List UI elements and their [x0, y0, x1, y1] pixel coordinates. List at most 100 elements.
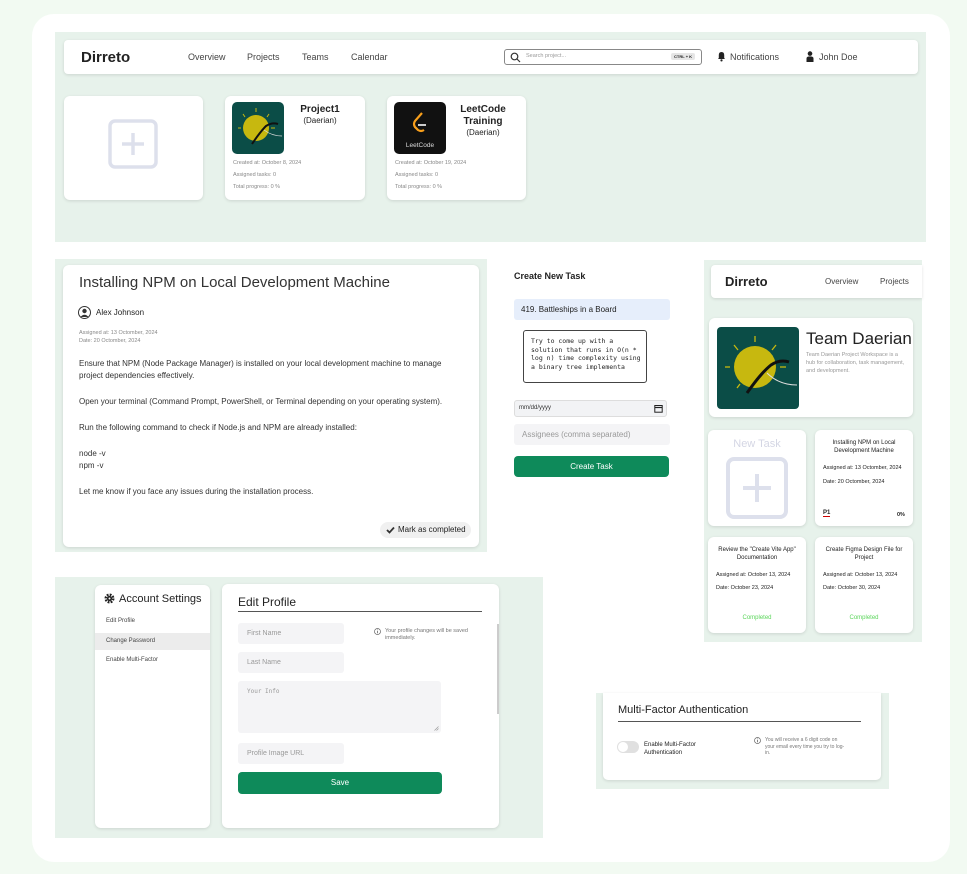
team-task-card[interactable]: Review the "Create Vite App" Documentati…	[708, 537, 806, 633]
team-task-title: Create Figma Design File for Project	[825, 547, 903, 561]
your-info-placeholder: Your Info	[247, 688, 280, 695]
project-progress: Total progress: 0 %	[233, 184, 281, 190]
mark-completed-button[interactable]: Mark as completed	[380, 522, 471, 538]
menu-edit-profile[interactable]: Edit Profile	[106, 618, 135, 624]
mfa-note: You will receive a 6 digit code on your …	[765, 737, 845, 756]
resize-handle-icon[interactable]	[434, 726, 439, 731]
team-description: Team Daerian Project Workspace is a hub …	[806, 352, 905, 374]
team-nav-projects[interactable]: Projects	[880, 277, 909, 286]
project-tasks: Assigned tasks: 0	[233, 172, 277, 178]
mfa-title: Multi-Factor Authentication	[618, 704, 749, 716]
priority-badge: P1	[823, 510, 831, 517]
nav-link-projects[interactable]: Projects	[247, 52, 280, 62]
info-icon	[374, 628, 381, 635]
project-created: Created at: October 19, 2024	[395, 160, 467, 166]
scrollbar[interactable]	[497, 624, 499, 714]
assignees-placeholder: Assignees (comma separated)	[522, 430, 631, 439]
image-url-placeholder: Profile Image URL	[247, 750, 305, 757]
menu-enable-mfa[interactable]: Enable Multi-Factor	[106, 657, 158, 663]
task-code-line: npm -v	[79, 461, 104, 470]
leetcode-logo-image: LeetCode	[394, 102, 446, 154]
avatar-icon	[78, 306, 91, 319]
project-card[interactable]: LeetCode LeetCode Training (Daerian) Cre…	[387, 96, 526, 200]
edit-profile-title: Edit Profile	[238, 595, 297, 609]
top-navbar: Dirreto Overview Projects Teams Calendar…	[64, 40, 918, 74]
project-progress: Total progress: 0 %	[395, 184, 443, 190]
team-task-assigned: Assigned at: October 13, 2024	[716, 572, 791, 578]
last-name-placeholder: Last Name	[247, 659, 281, 666]
leetcode-icon	[412, 112, 426, 133]
task-title-value: 419. Battleships in a Board	[521, 305, 617, 314]
task-title-input[interactable]: 419. Battleships in a Board	[514, 299, 670, 320]
your-info-textarea[interactable]: Your Info	[238, 681, 441, 733]
project-owner: (Daerian)	[303, 116, 337, 125]
team-task-card[interactable]: Create Figma Design File for Project Ass…	[815, 537, 913, 633]
image-url-input[interactable]: Profile Image URL	[238, 743, 344, 764]
team-navbar: Dirreto Overview Projects	[711, 265, 922, 298]
task-paragraph: Ensure that NPM (Node Package Manager) i…	[79, 359, 442, 380]
new-project-card[interactable]	[64, 96, 203, 200]
brand-logo[interactable]: Dirreto	[81, 49, 130, 66]
task-description-textarea[interactable]: Try to come up with a solution that runs…	[523, 330, 647, 383]
team-header-card: Team Daerian Team Daerian Project Worksp…	[709, 318, 913, 417]
leetcode-logo-text: LeetCode	[405, 142, 435, 149]
nav-link-calendar[interactable]: Calendar	[351, 52, 388, 62]
nav-link-teams[interactable]: Teams	[302, 52, 329, 62]
user-menu[interactable]: John Doe	[819, 52, 858, 62]
task-description: Ensure that NPM (Node Package Manager) i…	[79, 358, 464, 498]
bell-icon[interactable]	[717, 51, 726, 62]
team-task-due: Date: 20 Octomber, 2024	[823, 479, 885, 485]
new-task-card[interactable]: New Task	[708, 430, 806, 526]
task-paragraph: Let me know if you face any issues durin…	[79, 487, 314, 496]
task-paragraph: Run the following command to check if No…	[79, 423, 357, 432]
completed-status: Completed	[849, 615, 879, 621]
project-created: Created at: October 8, 2024	[233, 160, 302, 166]
mfa-toggle[interactable]	[617, 741, 639, 753]
save-label: Save	[330, 778, 350, 787]
settings-sidebar: Account Settings Edit Profile Change Pas…	[95, 585, 210, 828]
shortcut-badge: CTRL + K	[671, 53, 696, 60]
profile-note: Your profile changes will be saved immed…	[385, 628, 468, 641]
team-name: Team Daerian	[806, 329, 912, 348]
create-task-label: Create Task	[570, 462, 613, 471]
task-code-line: node -v	[79, 449, 106, 458]
create-task-button[interactable]: Create Task	[514, 456, 669, 477]
edit-profile-card: Edit Profile First Name Your profile cha…	[222, 584, 499, 828]
task-author: Alex Johnson	[96, 308, 145, 317]
first-name-input[interactable]: First Name	[238, 623, 344, 644]
last-name-input[interactable]: Last Name	[238, 652, 344, 673]
notifications-link[interactable]: Notifications	[730, 52, 779, 62]
team-task-card[interactable]: Installing NPM on Local Development Mach…	[815, 430, 913, 526]
project-card[interactable]: Project1 (Daerian) Created at: October 8…	[225, 96, 365, 200]
task-description-value: Try to come up with a solution that runs…	[531, 337, 641, 371]
team-task-assigned: Assigned at: October 13, 2024	[823, 572, 898, 578]
team-task-due: Date: October 30, 2024	[823, 585, 881, 591]
task-assigned: Assigned at: 13 Octomber, 2024	[79, 330, 158, 336]
completed-status: Completed	[742, 615, 772, 621]
menu-change-password[interactable]: Change Password	[95, 633, 210, 650]
project-title: Project1	[300, 104, 340, 115]
menu-change-password-label: Change Password	[106, 638, 156, 644]
search-icon	[510, 52, 521, 63]
save-button[interactable]: Save	[238, 772, 442, 794]
nav-link-overview[interactable]: Overview	[188, 52, 226, 62]
task-due: Date: 20 Octomber, 2024	[79, 338, 141, 344]
search-placeholder: Search project...	[526, 53, 567, 59]
task-detail-card: Installing NPM on Local Development Mach…	[63, 265, 479, 547]
first-name-placeholder: First Name	[247, 630, 282, 637]
assignees-input[interactable]: Assignees (comma separated)	[514, 424, 670, 445]
settings-heading: Account Settings	[119, 593, 202, 605]
calendar-icon[interactable]	[654, 404, 663, 413]
search-input[interactable]: Search project... CTRL + K	[504, 49, 702, 65]
team-brand-logo[interactable]: Dirreto	[725, 274, 768, 289]
team-task-progress: 0%	[897, 512, 905, 518]
mfa-card: Multi-Factor Authentication Enable Multi…	[603, 693, 881, 780]
task-paragraph: Open your terminal (Command Prompt, Powe…	[79, 397, 443, 406]
plus-icon	[726, 457, 788, 519]
team-task-due: Date: October 23, 2024	[716, 585, 774, 591]
sun-logo-image	[232, 102, 284, 154]
info-icon	[754, 737, 761, 744]
title-divider	[238, 611, 482, 612]
due-date-input[interactable]: mm/dd/yyyy	[514, 400, 667, 417]
team-nav-overview[interactable]: Overview	[825, 277, 858, 286]
